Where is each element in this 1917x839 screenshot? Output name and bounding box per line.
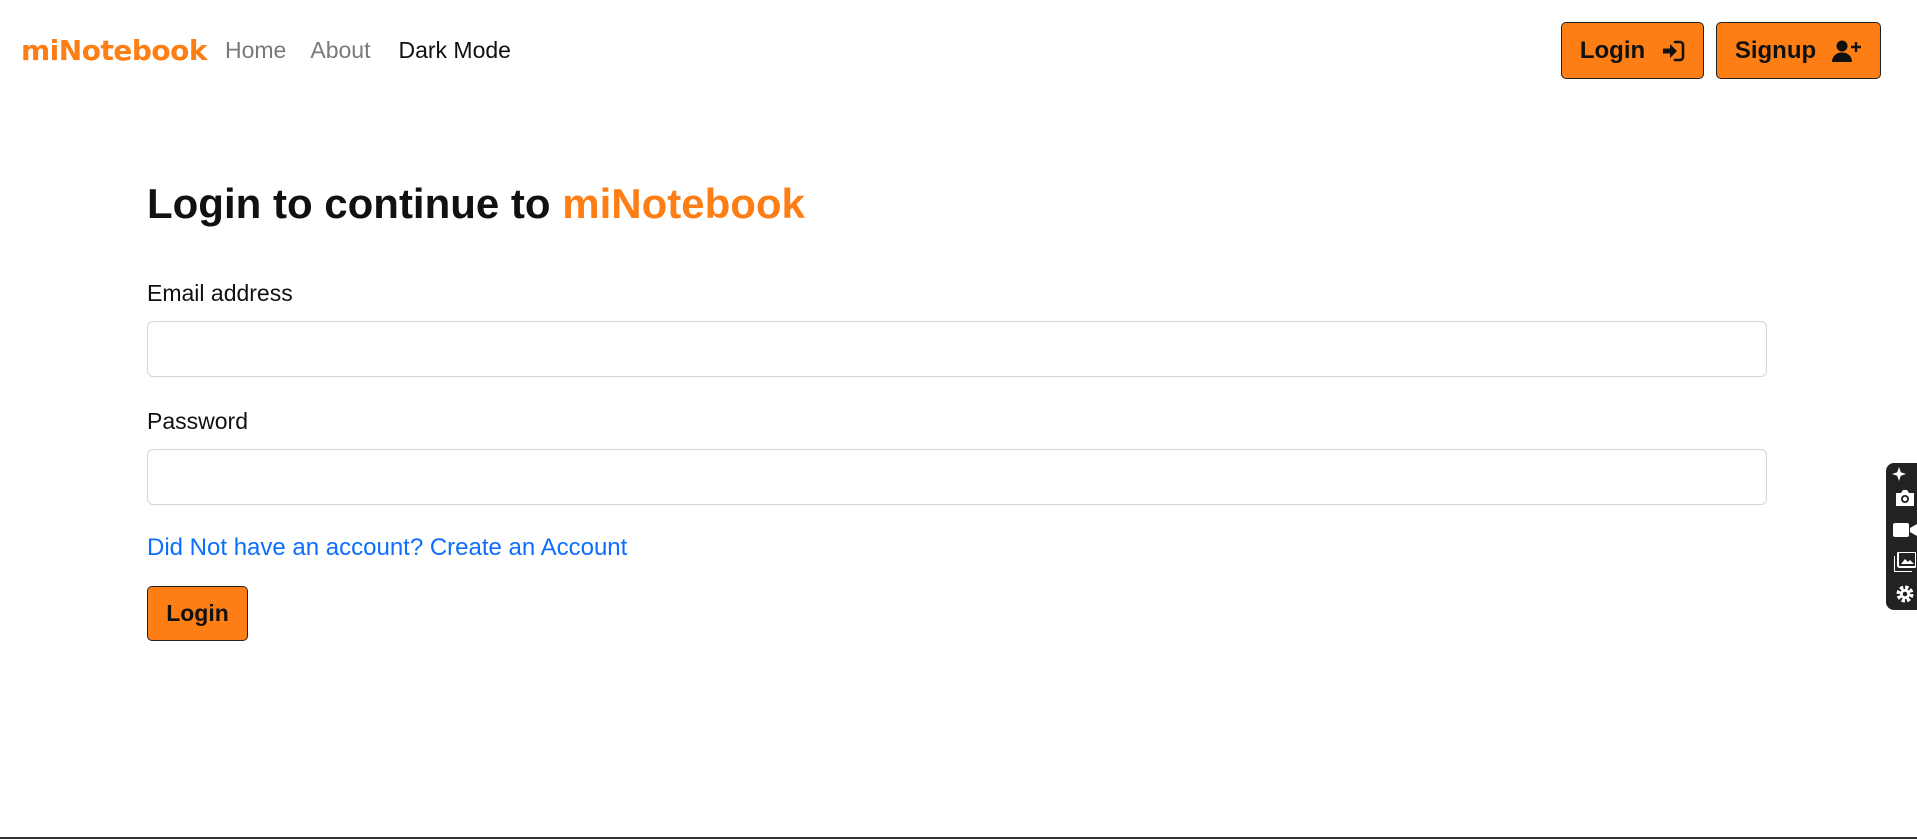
- page-title-brand: miNotebook: [562, 180, 805, 227]
- email-label: Email address: [147, 280, 293, 306]
- nav-link-home[interactable]: Home: [225, 37, 286, 64]
- video-icon[interactable]: [1892, 519, 1917, 542]
- login-submit-button[interactable]: Login: [147, 586, 248, 641]
- side-toolbar: [1886, 463, 1917, 610]
- nav-signup-label: Signup: [1734, 36, 1817, 64]
- password-label: Password: [147, 408, 248, 434]
- password-field[interactable]: [147, 449, 1767, 505]
- camera-icon[interactable]: [1893, 487, 1917, 510]
- gallery-icon[interactable]: [1893, 551, 1917, 574]
- gear-icon[interactable]: [1893, 582, 1917, 605]
- create-account-link[interactable]: Did Not have an account? Create an Accou…: [147, 534, 627, 562]
- page-title: Login to continue to miNotebook: [147, 180, 805, 228]
- sign-in-icon: [1661, 40, 1685, 62]
- email-field[interactable]: [147, 321, 1767, 377]
- nav-links: Home About Dark Mode: [225, 37, 535, 64]
- navbar: miNotebook Home About Dark Mode Login Si…: [0, 0, 1917, 104]
- sparkle-icon[interactable]: [1891, 467, 1906, 481]
- nav-login-label: Login: [1579, 36, 1646, 64]
- page-title-prefix: Login to continue to: [147, 180, 551, 227]
- nav-signup-button[interactable]: Signup: [1716, 22, 1881, 79]
- user-plus-icon: [1832, 39, 1862, 63]
- brand-logo[interactable]: miNotebook: [21, 34, 207, 67]
- dark-mode-toggle[interactable]: Dark Mode: [398, 37, 510, 64]
- nav-login-button[interactable]: Login: [1561, 22, 1704, 79]
- nav-link-about[interactable]: About: [310, 37, 370, 64]
